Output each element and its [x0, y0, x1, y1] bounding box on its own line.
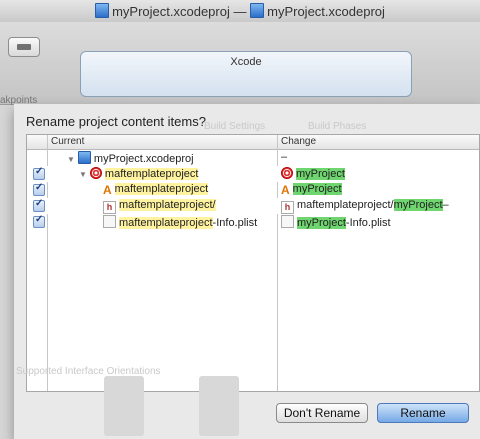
window-title-right: myProject.xcodeproj [267, 4, 385, 19]
project-file-icon [77, 151, 91, 164]
table-row[interactable]: ▼ maftemplateproject myProject [27, 166, 479, 182]
row-checkbox[interactable] [33, 182, 45, 196]
current-highlight: maftemplateproject [114, 183, 209, 195]
window-title-separator: — [233, 4, 247, 19]
current-cell: h maftemplateproject/ [103, 199, 216, 214]
target-icon [281, 167, 293, 179]
change-prefix: maftemplateproject/ [297, 199, 394, 211]
rename-sheet: Rename project content items? Build Sett… [14, 104, 480, 439]
target-icon [89, 167, 102, 179]
rename-button[interactable]: Rename [377, 403, 469, 423]
row-checkbox[interactable] [33, 214, 45, 228]
current-suffix: -Info.plist [212, 217, 258, 229]
header-file-icon: h [281, 201, 294, 214]
row-checkbox[interactable] [33, 166, 45, 180]
change-cell: h maftemplateproject/myProject– [281, 199, 449, 214]
background-build-phases: Build Phases [308, 121, 367, 132]
orientation-thumbnail [199, 376, 239, 436]
current-cell: ▼ myProject.xcodeproj [67, 151, 194, 165]
current-highlight: maftemplateproject/ [119, 199, 216, 211]
current-cell: maftemplateproject-Info.plist [103, 215, 257, 229]
current-cell: ▼ maftemplateproject [79, 167, 199, 180]
table-header: Current Change [27, 135, 479, 150]
change-suffix: -Info.plist [345, 217, 391, 229]
activity-title: Xcode [230, 56, 262, 68]
change-highlight: myProject [292, 183, 342, 195]
current-name: myProject.xcodeproj [93, 153, 194, 165]
project-file-icon [95, 3, 110, 18]
plist-file-icon [103, 215, 116, 228]
project-file-icon [250, 3, 265, 18]
window-titlebar: myProject.xcodeproj — myProject.xcodepro… [0, 0, 480, 23]
table-row[interactable]: Amaftemplateproject AmyProject [27, 182, 479, 198]
disclosure-triangle-icon[interactable]: ▼ [79, 170, 87, 179]
window-title: myProject.xcodeproj — myProject.xcodepro… [0, 3, 480, 19]
rename-items-table: Current Change ▼ myProject.xcodeproj – ▼ m… [26, 134, 480, 392]
table-row[interactable]: maftemplateproject-Info.plist myProject-… [27, 214, 479, 230]
change-cell: AmyProject [281, 183, 342, 197]
plist-file-icon [281, 215, 294, 228]
disclosure-triangle-icon[interactable]: ▼ [67, 155, 75, 164]
change-suffix: – [442, 199, 449, 211]
change-cell: – [281, 151, 287, 163]
row-checkbox[interactable] [33, 198, 45, 212]
app-icon: A [281, 183, 290, 197]
table-row[interactable]: hmaftemplateproject/ hmaftemplateproject… [27, 198, 479, 214]
change-name: – [281, 151, 288, 163]
current-highlight: maftemplateproject [104, 168, 199, 180]
column-header-change[interactable]: Change [281, 136, 316, 147]
sheet-title: Rename project content items? [26, 114, 206, 129]
toolbar: akpoints Xcode [0, 22, 480, 106]
change-cell: myProject [281, 167, 345, 180]
change-highlight: myProject [296, 168, 345, 180]
background-build-settings: Build Settings [204, 121, 266, 132]
breakpoints-toggle-button[interactable] [8, 37, 40, 57]
change-cell: myProject-Info.plist [281, 215, 391, 229]
activity-viewer: Xcode [80, 51, 412, 97]
app-icon: A [103, 183, 112, 197]
window-title-left: myProject.xcodeproj [112, 4, 230, 19]
header-file-icon: h [103, 201, 116, 214]
dont-rename-button[interactable]: Don't Rename [276, 403, 368, 423]
change-highlight: myProject [393, 199, 443, 211]
current-cell: Amaftemplateproject [103, 183, 209, 197]
orientation-thumbnail [104, 376, 144, 436]
current-highlight: maftemplateproject [119, 217, 213, 229]
table-row[interactable]: ▼ myProject.xcodeproj – [27, 150, 479, 166]
change-highlight: myProject [297, 217, 346, 229]
column-header-current[interactable]: Current [51, 136, 84, 147]
